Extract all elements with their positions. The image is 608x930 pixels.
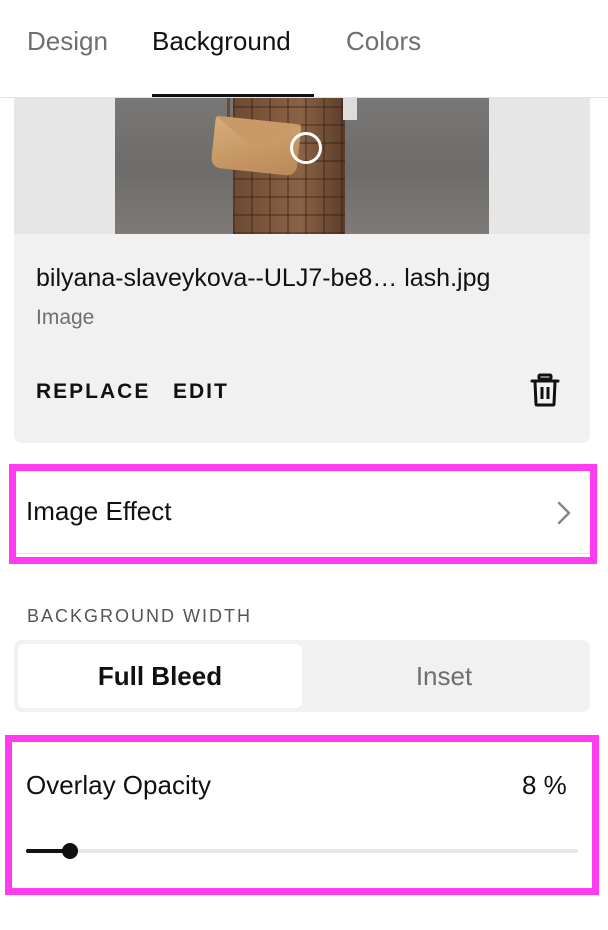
image-file-name: bilyana-slaveykova--ULJ7-be8… lash.jpg bbox=[36, 264, 491, 292]
overlay-opacity-label: Overlay Opacity bbox=[26, 770, 211, 800]
tab-colors[interactable]: Colors bbox=[346, 26, 421, 57]
active-tab-indicator bbox=[152, 94, 314, 97]
slider-thumb[interactable] bbox=[62, 843, 78, 859]
tab-bar: Design Background Colors bbox=[0, 0, 608, 98]
trash-icon[interactable] bbox=[529, 373, 561, 407]
tab-design[interactable]: Design bbox=[27, 26, 108, 57]
focal-point-handle[interactable] bbox=[290, 132, 322, 164]
image-effect-label: Image Effect bbox=[26, 496, 172, 526]
overlay-opacity-value: 8 % bbox=[522, 770, 567, 800]
highlight-box-overlay-opacity bbox=[5, 735, 599, 895]
background-width-label: BACKGROUND WIDTH bbox=[27, 606, 252, 626]
image-type-label: Image bbox=[36, 306, 95, 329]
image-preview-area bbox=[14, 98, 590, 234]
replace-button[interactable]: REPLACE bbox=[36, 380, 150, 404]
background-image-card: bilyana-slaveykova--ULJ7-be8… lash.jpg I… bbox=[14, 98, 590, 443]
chevron-right-icon bbox=[554, 498, 574, 528]
overlay-opacity-slider[interactable] bbox=[26, 838, 578, 864]
edit-button[interactable]: EDIT bbox=[173, 380, 229, 404]
image-thumbnail bbox=[115, 98, 489, 234]
full-bleed-option[interactable]: Full Bleed bbox=[18, 644, 302, 708]
image-effect-row[interactable]: Image Effect bbox=[14, 472, 590, 554]
slider-track bbox=[26, 849, 578, 853]
tab-background[interactable]: Background bbox=[152, 26, 291, 57]
background-width-toggle: Full Bleed Inset bbox=[14, 640, 590, 712]
inset-option[interactable]: Inset bbox=[302, 644, 586, 708]
